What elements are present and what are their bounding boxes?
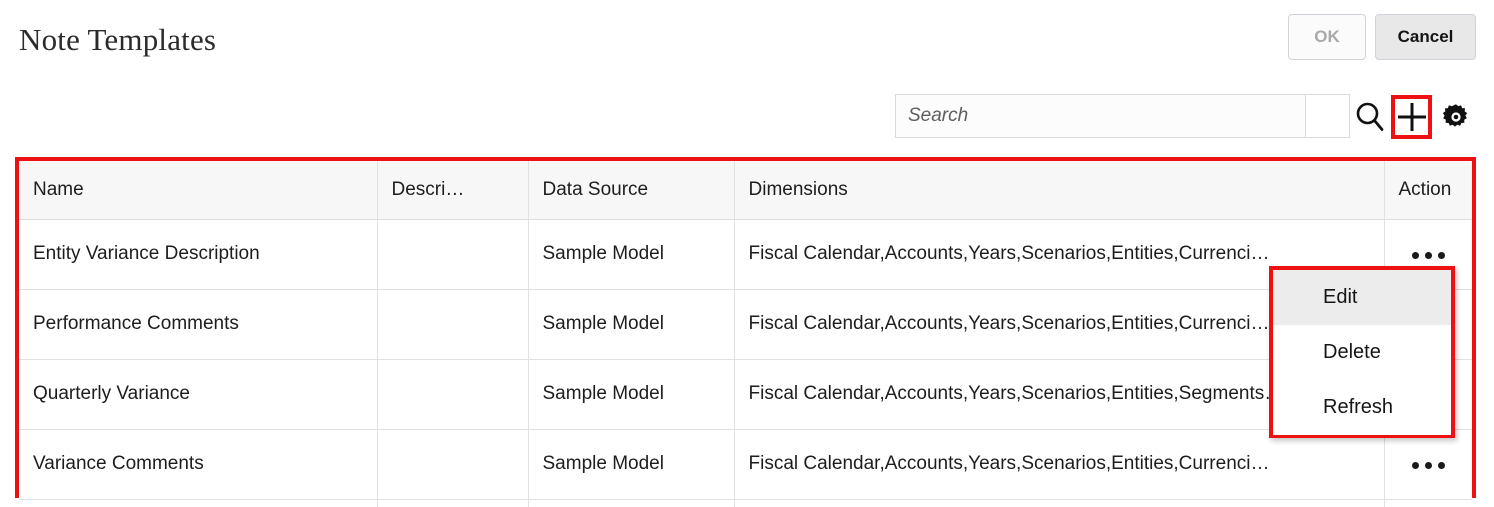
context-menu-item-edit[interactable]: Edit (1273, 270, 1451, 325)
ellipsis-icon (1385, 462, 1473, 469)
settings-button[interactable] (1436, 98, 1476, 136)
table-empty-filler (19, 499, 1472, 507)
search-input[interactable] (895, 94, 1306, 138)
column-header-description[interactable]: Descri… (377, 161, 528, 219)
table-row[interactable]: Variance Comments Sample Model Fiscal Ca… (19, 429, 1472, 499)
cell-data-source: Sample Model (528, 429, 734, 499)
gear-icon (1440, 101, 1472, 133)
column-header-data-source[interactable]: Data Source (528, 161, 734, 219)
column-header-action[interactable]: Action (1384, 161, 1472, 219)
context-menu-item-delete[interactable]: Delete (1273, 325, 1451, 380)
row-actions-button[interactable] (1384, 429, 1472, 499)
cell-data-source: Sample Model (528, 289, 734, 359)
cell-data-source: Sample Model (528, 219, 734, 289)
table-row[interactable]: Performance Comments Sample Model Fiscal… (19, 289, 1472, 359)
add-button[interactable] (1391, 95, 1432, 139)
table-row[interactable]: Entity Variance Description Sample Model… (19, 219, 1472, 289)
cell-description (377, 219, 528, 289)
table-toolbar (895, 94, 1477, 140)
cell-description (377, 289, 528, 359)
cell-dimensions: Fiscal Calendar,Accounts,Years,Scenarios… (734, 429, 1384, 499)
cell-name: Quarterly Variance (19, 359, 377, 429)
table-header-row: Name Descri… Data Source Dimensions Acti… (19, 161, 1472, 219)
page-title: Note Templates (19, 20, 216, 60)
search-icon[interactable] (1350, 98, 1390, 136)
cell-name: Variance Comments (19, 429, 377, 499)
cell-name: Performance Comments (19, 289, 377, 359)
ellipsis-icon (1385, 252, 1473, 259)
ok-button[interactable]: OK (1288, 14, 1366, 60)
cell-data-source: Sample Model (528, 359, 734, 429)
column-header-name[interactable]: Name (19, 161, 377, 219)
context-menu-item-refresh[interactable]: Refresh (1273, 380, 1451, 435)
cell-description (377, 359, 528, 429)
cell-name: Entity Variance Description (19, 219, 377, 289)
plus-icon (1397, 102, 1427, 132)
cancel-button[interactable]: Cancel (1375, 14, 1476, 60)
table-row[interactable]: Quarterly Variance Sample Model Fiscal C… (19, 359, 1472, 429)
note-templates-dialog: Note Templates OK Cancel (0, 0, 1494, 507)
cell-description (377, 429, 528, 499)
row-context-menu: Edit Delete Refresh (1269, 266, 1455, 438)
search-input-addon[interactable] (1306, 94, 1350, 138)
column-header-dimensions[interactable]: Dimensions (734, 161, 1384, 219)
note-templates-table: Name Descri… Data Source Dimensions Acti… (15, 157, 1476, 498)
